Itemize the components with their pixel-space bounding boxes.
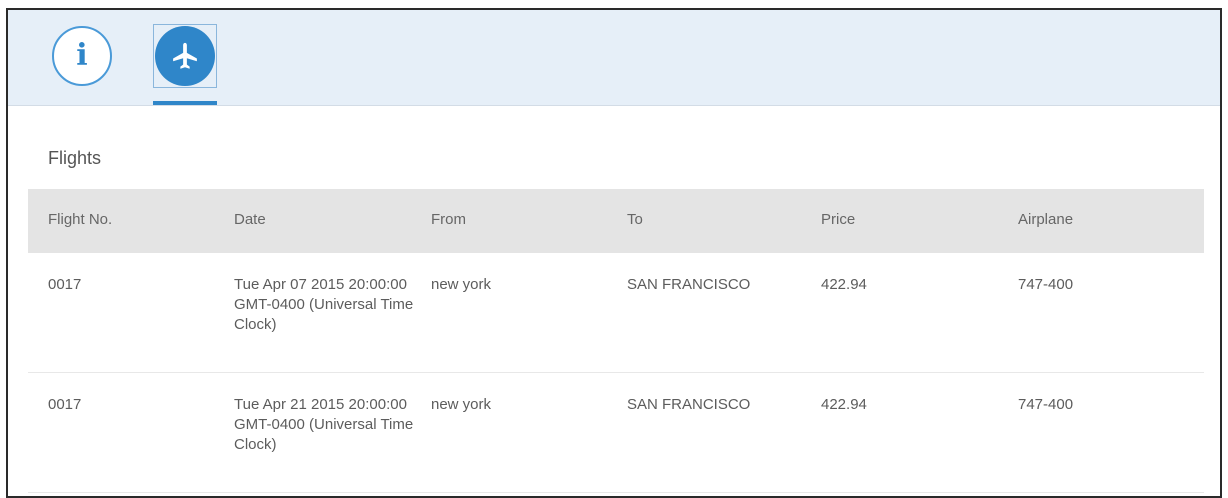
column-header-airplane[interactable]: Airplane: [1018, 210, 1073, 230]
table-row[interactable]: 0017 Tue Apr 21 2015 20:00:00 GMT-0400 (…: [28, 373, 1204, 493]
cell-price: 422.94: [821, 396, 867, 413]
cell-from: new york: [431, 276, 492, 293]
cell-date: Tue Apr 21 2015 20:00:00 GMT-0400 (Unive…: [234, 396, 414, 453]
app-window: i Flights Flight No. Date From To Price …: [6, 8, 1222, 498]
cell-flight-no: 0017: [48, 396, 82, 413]
table-row[interactable]: 0017 Tue Apr 07 2015 20:00:00 GMT-0400 (…: [28, 253, 1204, 373]
airplane-icon: [155, 26, 215, 86]
icon-tab-bar: i: [8, 10, 1220, 106]
column-header-date[interactable]: Date: [234, 210, 419, 230]
column-header-from[interactable]: From: [431, 210, 466, 230]
cell-from: new york: [431, 396, 492, 413]
info-icon-glyph: i: [76, 38, 88, 73]
tab-flights[interactable]: [153, 24, 217, 105]
selected-tab-indicator: [153, 101, 217, 105]
cell-airplane: 747-400: [1018, 276, 1074, 293]
section-title: Flights: [48, 148, 102, 168]
table-header: Flight No. Date From To Price Airplane: [28, 189, 1204, 253]
tab-info[interactable]: i: [50, 24, 114, 88]
column-header-price[interactable]: Price: [821, 210, 855, 230]
column-header-flight-no[interactable]: Flight No.: [48, 210, 112, 230]
info-icon: i: [52, 26, 112, 86]
cell-price: 422.94: [821, 276, 867, 293]
cell-to: SAN FRANCISCO: [627, 276, 751, 293]
cell-flight-no: 0017: [48, 276, 82, 293]
cell-airplane: 747-400: [1018, 396, 1074, 413]
flights-table: Flight No. Date From To Price Airplane 0…: [28, 189, 1204, 493]
cell-date: Tue Apr 07 2015 20:00:00 GMT-0400 (Unive…: [234, 276, 414, 333]
cell-to: SAN FRANCISCO: [627, 396, 751, 413]
column-header-to[interactable]: To: [627, 210, 643, 230]
